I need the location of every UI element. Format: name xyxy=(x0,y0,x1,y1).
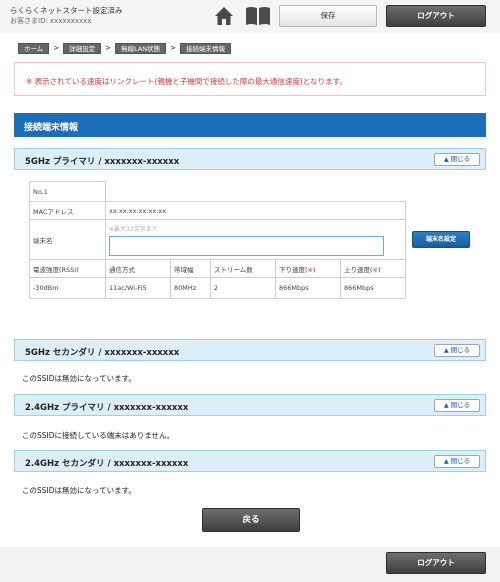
chevron-up-icon: ▲ xyxy=(443,347,449,354)
band-title: 5GHz セカンダリ / xxxxxxx-xxxxxx xyxy=(25,348,180,358)
table-row: -30dBm 11ac/Wi-Fi5 80MHz 2 866Mbps 866Mb… xyxy=(29,277,406,299)
uplink-value: 866Mbps xyxy=(340,277,406,299)
mac-label: MACアドレス xyxy=(29,201,106,220)
top-header: らくらくネットスタート設定済み お客さまID: xxxxxxxxxx 保存 ログ… xyxy=(0,0,500,33)
chevron-up-icon: ▲ xyxy=(443,458,449,465)
ssid-status-message: このSSIDは無効になっています。 xyxy=(22,374,136,383)
rssi-value: -30dBm xyxy=(29,277,106,299)
band-title: 2.4GHz セカンダリ / xxxxxxx-xxxxxx xyxy=(25,459,189,469)
bandwidth-value: 80MHz xyxy=(170,277,211,299)
table-header-row: 電波強度(RSSI) 通信方式 帯域幅 ストリーム数 下り速度(※) 上り速度(… xyxy=(29,259,406,278)
device-name-label: 端末名 xyxy=(29,219,106,260)
downlink-value: 866Mbps xyxy=(275,277,341,299)
device-name-cell: ※最大32文字まで xyxy=(105,219,406,260)
main-content: ホーム > 詳細設定 > 無線LAN状態 > 接続端末情報 ※ 表示されている速… xyxy=(0,33,500,547)
breadcrumb-current: 接続端末情報 xyxy=(180,42,232,54)
column-header: 上り速度(※) xyxy=(340,259,406,278)
band-5ghz-primary-header: 5GHz プライマリ / xxxxxxx-xxxxxx ▲ 閉じる xyxy=(14,148,486,170)
device-number: No.1 xyxy=(29,181,106,202)
column-header: 帯域幅 xyxy=(170,259,211,278)
footer-logout-button[interactable]: ログアウト xyxy=(386,552,486,574)
mac-value: xx:xx:xx:xx:xx:xx xyxy=(105,201,406,220)
customer-id: お客さまID: xxxxxxxxxx xyxy=(10,17,92,25)
link-rate-notice: ※ 表示されている速度はリンクレート(親機と子機間で接続した際の最大通信速度)と… xyxy=(14,62,486,96)
collapse-button[interactable]: ▲ 閉じる xyxy=(434,399,480,412)
close-paren: ) xyxy=(378,265,381,274)
collapse-button[interactable]: ▲ 閉じる xyxy=(434,455,480,468)
set-device-name-button[interactable]: 端末名設定 xyxy=(412,231,470,248)
collapse-button[interactable]: ▲ 閉じる xyxy=(434,344,480,357)
collapse-label: 閉じる xyxy=(450,346,471,354)
band-title: 2.4GHz プライマリ / xxxxxxx-xxxxxx xyxy=(25,403,189,413)
breadcrumb: ホーム > 詳細設定 > 無線LAN状態 > 接続端末情報 xyxy=(18,42,232,54)
breadcrumb-home[interactable]: ホーム xyxy=(18,42,50,54)
setup-status-text: らくらくネットスタート設定済み xyxy=(10,6,123,15)
breadcrumb-advanced-settings[interactable]: 詳細設定 xyxy=(63,42,102,54)
device-name-hint: ※最大32文字まで xyxy=(109,225,158,233)
close-paren: ) xyxy=(313,265,316,274)
breadcrumb-separator: > xyxy=(105,44,112,52)
save-button[interactable]: 保存 xyxy=(279,5,377,27)
back-button[interactable]: 戻る xyxy=(202,508,300,532)
home-icon[interactable] xyxy=(214,6,234,26)
chevron-up-icon: ▲ xyxy=(443,402,449,409)
band-24ghz-primary-header: 2.4GHz プライマリ / xxxxxxx-xxxxxx ▲ 閉じる xyxy=(14,394,486,416)
column-header: 下り速度(※) xyxy=(275,259,341,278)
collapse-label: 閉じる xyxy=(450,401,471,409)
footer: ログアウト xyxy=(0,547,500,582)
band-title: 5GHz プライマリ / xxxxxxx-xxxxxx xyxy=(25,157,180,167)
protocol-value: 11ac/Wi-Fi5 xyxy=(105,277,171,299)
column-header-text: 下り速度( xyxy=(279,265,308,274)
manual-book-icon[interactable] xyxy=(245,6,271,26)
band-24ghz-secondary-header: 2.4GHz セカンダリ / xxxxxxx-xxxxxx ▲ 閉じる xyxy=(14,450,486,472)
ssid-status-message: このSSIDに接続している端末はありません。 xyxy=(22,431,175,440)
breadcrumb-wireless-lan-status[interactable]: 無線LAN状態 xyxy=(115,42,167,54)
logout-button[interactable]: ログアウト xyxy=(386,5,486,27)
chevron-up-icon: ▲ xyxy=(443,156,449,163)
table-row: 端末名 ※最大32文字まで xyxy=(29,219,406,260)
table-row: MACアドレス xx:xx:xx:xx:xx:xx xyxy=(29,201,406,220)
breadcrumb-separator: > xyxy=(170,44,177,52)
ssid-status-message: このSSIDは無効になっています。 xyxy=(22,486,136,495)
collapse-label: 閉じる xyxy=(450,457,471,465)
page-title: 接続端末情報 xyxy=(14,113,486,137)
breadcrumb-separator: > xyxy=(53,44,60,52)
column-header-text: 上り速度( xyxy=(344,265,373,274)
table-row: No.1 xyxy=(29,181,406,202)
band-5ghz-secondary-header: 5GHz セカンダリ / xxxxxxx-xxxxxx ▲ 閉じる xyxy=(14,339,486,361)
column-header: 通信方式 xyxy=(105,259,171,278)
collapse-button[interactable]: ▲ 閉じる xyxy=(434,153,480,166)
connection-status: らくらくネットスタート設定済み お客さまID: xxxxxxxxxx xyxy=(10,6,123,26)
device-table: No.1 MACアドレス xx:xx:xx:xx:xx:xx 端末名 ※最大32… xyxy=(29,181,406,299)
device-name-input[interactable] xyxy=(109,235,384,256)
streams-value: 2 xyxy=(210,277,276,299)
column-header: ストリーム数 xyxy=(210,259,276,278)
collapse-label: 閉じる xyxy=(450,155,471,163)
column-header: 電波強度(RSSI) xyxy=(29,259,106,278)
